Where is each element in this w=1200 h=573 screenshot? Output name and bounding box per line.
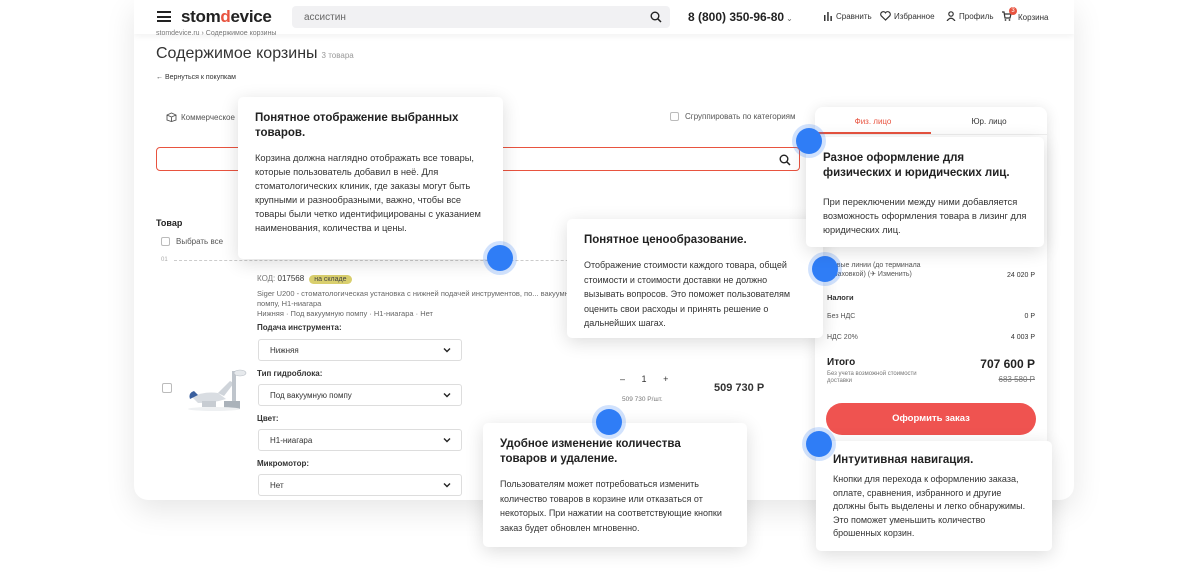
line-total: 509 730 Р: [714, 382, 765, 394]
quantity-stepper[interactable]: – 1 +: [620, 374, 668, 384]
callout-title: Интуитивная навигация.: [833, 454, 974, 466]
taxes-heading: Налоги: [827, 293, 854, 302]
total-value: 707 600 Р: [980, 357, 1035, 371]
decrease-button[interactable]: –: [620, 374, 625, 384]
option-label: Подача инструмента:: [257, 323, 342, 332]
checkbox[interactable]: [161, 237, 170, 246]
box-icon: [166, 112, 177, 122]
chevron-down-icon[interactable]: ⌄: [786, 14, 793, 23]
search-input[interactable]: [292, 6, 632, 28]
callout-title: Понятное ценообразование.: [584, 234, 747, 246]
site-search: [292, 6, 670, 28]
business-offer-link[interactable]: Коммерческое: [166, 112, 235, 122]
quantity-value[interactable]: 1: [642, 374, 647, 384]
cart-icon: 3: [1001, 7, 1017, 23]
site-header: stomdevice 8 (800) 350-96-80⌄ Сравнить И…: [134, 0, 1074, 34]
favorites-link[interactable]: Избранное: [880, 11, 935, 21]
no-vat-value: 0 Р: [1024, 313, 1035, 320]
vat-label: НДС 20%: [827, 334, 858, 341]
site-logo[interactable]: stomdevice: [181, 7, 272, 27]
favorites-label: Избранное: [894, 11, 935, 21]
option-label: Тип гидроблока:: [257, 369, 323, 378]
group-number: 01: [161, 257, 168, 263]
product-checkbox[interactable]: [162, 383, 172, 393]
tab-individual[interactable]: Физ. лицо: [815, 107, 931, 134]
marker-dot: [806, 431, 832, 457]
product-image[interactable]: [184, 363, 250, 418]
delivery-line-value: 24 020 Р: [1006, 272, 1035, 279]
search-icon[interactable]: [650, 10, 662, 28]
callout-text: Отображение стоимости каждого товара, об…: [584, 260, 791, 328]
instrument-feed-select[interactable]: Нижняя: [258, 339, 462, 361]
marker-dot: [596, 409, 622, 435]
divider: [174, 260, 634, 261]
chevron-down-icon: [443, 436, 451, 446]
callout-navigation: Интуитивная навигация. Кнопки для перехо…: [816, 441, 1052, 551]
cart-label: Корзина: [1018, 12, 1049, 22]
page-title: Содержимое корзины 3 товара: [156, 45, 354, 62]
increase-button[interactable]: +: [663, 374, 668, 384]
no-vat-label: Без НДС: [827, 313, 856, 320]
color-select[interactable]: Н1-ниагара: [258, 429, 462, 451]
marker-dot: [812, 256, 838, 282]
vat-value: 4 003 Р: [1010, 334, 1035, 341]
place-order-button[interactable]: Оформить заказ: [826, 403, 1036, 435]
chevron-down-icon: [443, 391, 451, 401]
tab-legal-entity[interactable]: Юр. лицо: [931, 107, 1047, 134]
customer-type-tabs: Физ. лицо Юр. лицо: [815, 107, 1047, 135]
micromotor-select[interactable]: Нет: [258, 474, 462, 496]
callout-pricing: Понятное ценообразование. Отображение ст…: [567, 219, 823, 338]
compare-icon: [824, 12, 832, 21]
callout-text: Корзина должна наглядно отображать все т…: [255, 153, 481, 233]
marker-dot: [796, 128, 822, 154]
checkbox[interactable]: [670, 112, 679, 121]
callout-text: При переключении между ними добавляется …: [823, 197, 1027, 235]
callout-text: Кнопки для перехода к оформлению заказа,…: [833, 474, 1026, 538]
product-code: КОД: 017568 на складе: [257, 274, 352, 284]
callout-selected-items: Понятное отображение выбранных товаров. …: [238, 97, 503, 259]
callout-title: Разное оформление для физических и юриди…: [823, 152, 1010, 179]
back-to-shopping-link[interactable]: ← Вернуться к покупкам: [156, 74, 236, 81]
chevron-down-icon: [443, 481, 451, 491]
delivery-line-label: ...овые линии (до терминала страховкой) …: [827, 262, 921, 278]
column-product-header: Товар: [156, 218, 183, 228]
heart-icon: [880, 11, 891, 21]
product-description[interactable]: Siger U200 - стоматологическая установка…: [257, 289, 597, 319]
callout-text: Пользователям может потребоваться измени…: [500, 479, 722, 533]
arrow-left-icon: ←: [156, 74, 165, 81]
profile-link[interactable]: Профиль: [946, 11, 994, 21]
marker-dot: [487, 245, 513, 271]
hydroblock-type-select[interactable]: Под вакуумную помпу: [258, 384, 462, 406]
compare-label: Сравнить: [836, 11, 872, 21]
user-icon: [946, 11, 956, 21]
option-label: Микромотор:: [257, 459, 310, 468]
callout-title: Удобное изменение количества товаров и у…: [500, 438, 681, 465]
stock-badge: на складе: [309, 275, 352, 284]
callout-customer-types: Разное оформление для физических и юриди…: [806, 137, 1044, 247]
phone-number[interactable]: 8 (800) 350-96-80 ⌄: [688, 10, 793, 24]
callout-title: Понятное отображение выбранных товаров.: [255, 112, 459, 139]
old-total: 683 580 Р: [998, 375, 1035, 384]
group-by-category-checkbox[interactable]: Сгруппировать по категориям: [670, 112, 796, 121]
total-note: Без учета возможной стоимости доставки: [827, 371, 917, 384]
select-all-checkbox[interactable]: Выбрать все: [161, 237, 223, 246]
cart-count-badge: 3: [1009, 7, 1017, 15]
cart-link[interactable]: 3 Корзина: [1001, 7, 1049, 23]
item-count: 3 товара: [321, 51, 354, 60]
option-label: Цвет:: [257, 414, 279, 423]
search-icon[interactable]: [779, 153, 791, 171]
chevron-down-icon: [443, 346, 451, 356]
compare-link[interactable]: Сравнить: [823, 11, 872, 21]
profile-label: Профиль: [959, 11, 994, 21]
breadcrumb[interactable]: stomdevice.ru › Содержимое корзины: [156, 30, 276, 37]
total-label: Итого: [827, 357, 856, 368]
unit-price: 509 730 Р/шт.: [622, 396, 663, 403]
menu-icon[interactable]: [157, 11, 171, 22]
callout-quantity: Удобное изменение количества товаров и у…: [483, 423, 747, 547]
